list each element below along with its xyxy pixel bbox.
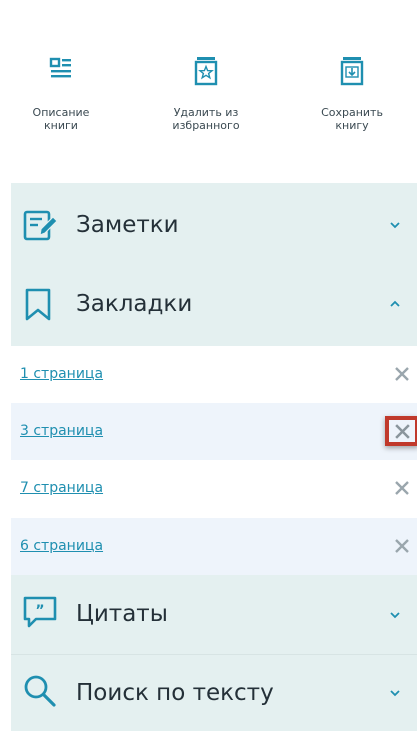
chevron-down-icon [390,690,400,697]
section-notes[interactable]: Заметки [11,183,417,267]
section-bookmarks-title: Закладки [76,291,193,317]
bookmark-row: 7 страница [11,460,417,517]
bookmark-icon [25,288,51,321]
bookmark-link[interactable]: 3 страница [20,403,103,460]
notes-icon [23,210,58,241]
delete-bookmark-button-highlighted[interactable] [385,416,417,446]
bookmark-link[interactable]: 1 страница [20,346,103,403]
section-quotes-title: Цитаты [76,601,168,627]
chevron-up-icon [390,300,400,307]
book-description-icon [49,57,71,78]
delete-bookmark-icon[interactable] [394,480,410,496]
section-quotes[interactable]: ” Цитаты [11,575,417,654]
section-search[interactable]: Поиск по тексту [11,655,417,731]
bookmark-link[interactable]: 6 страница [20,518,103,575]
chevron-down-icon [390,222,400,229]
save-book-button[interactable]: Сохранить книгу [297,55,407,132]
book-toolbar: Описание книги Удалить из избранного Сох… [11,0,417,183]
bookmark-row: 1 страница [11,346,417,403]
search-icon [24,675,56,707]
chevron-down-icon [390,612,400,619]
remove-favorite-icon [194,57,218,86]
side-panel: Описание книги Удалить из избранного Сох… [11,0,417,731]
book-description-button[interactable]: Описание книги [6,55,116,132]
bookmark-row: 6 страница [11,518,417,575]
delete-bookmark-icon[interactable] [394,538,410,554]
section-bookmarks[interactable]: Закладки [11,262,417,346]
bookmark-row-highlighted: 3 страница [11,403,417,460]
save-book-label: Сохранить книгу [321,106,383,132]
section-search-title: Поиск по тексту [76,680,274,706]
bookmark-link[interactable]: 7 страница [20,460,103,517]
section-notes-title: Заметки [76,212,179,238]
save-book-icon [340,57,364,86]
quote-bubble-icon: ” [23,596,57,628]
remove-favorite-label: Удалить из избранного [172,106,240,132]
remove-favorite-button[interactable]: Удалить из избранного [151,55,261,132]
svg-text:”: ” [35,603,44,619]
book-description-label: Описание книги [32,106,90,132]
delete-bookmark-icon [395,424,410,439]
delete-bookmark-icon[interactable] [394,366,410,382]
